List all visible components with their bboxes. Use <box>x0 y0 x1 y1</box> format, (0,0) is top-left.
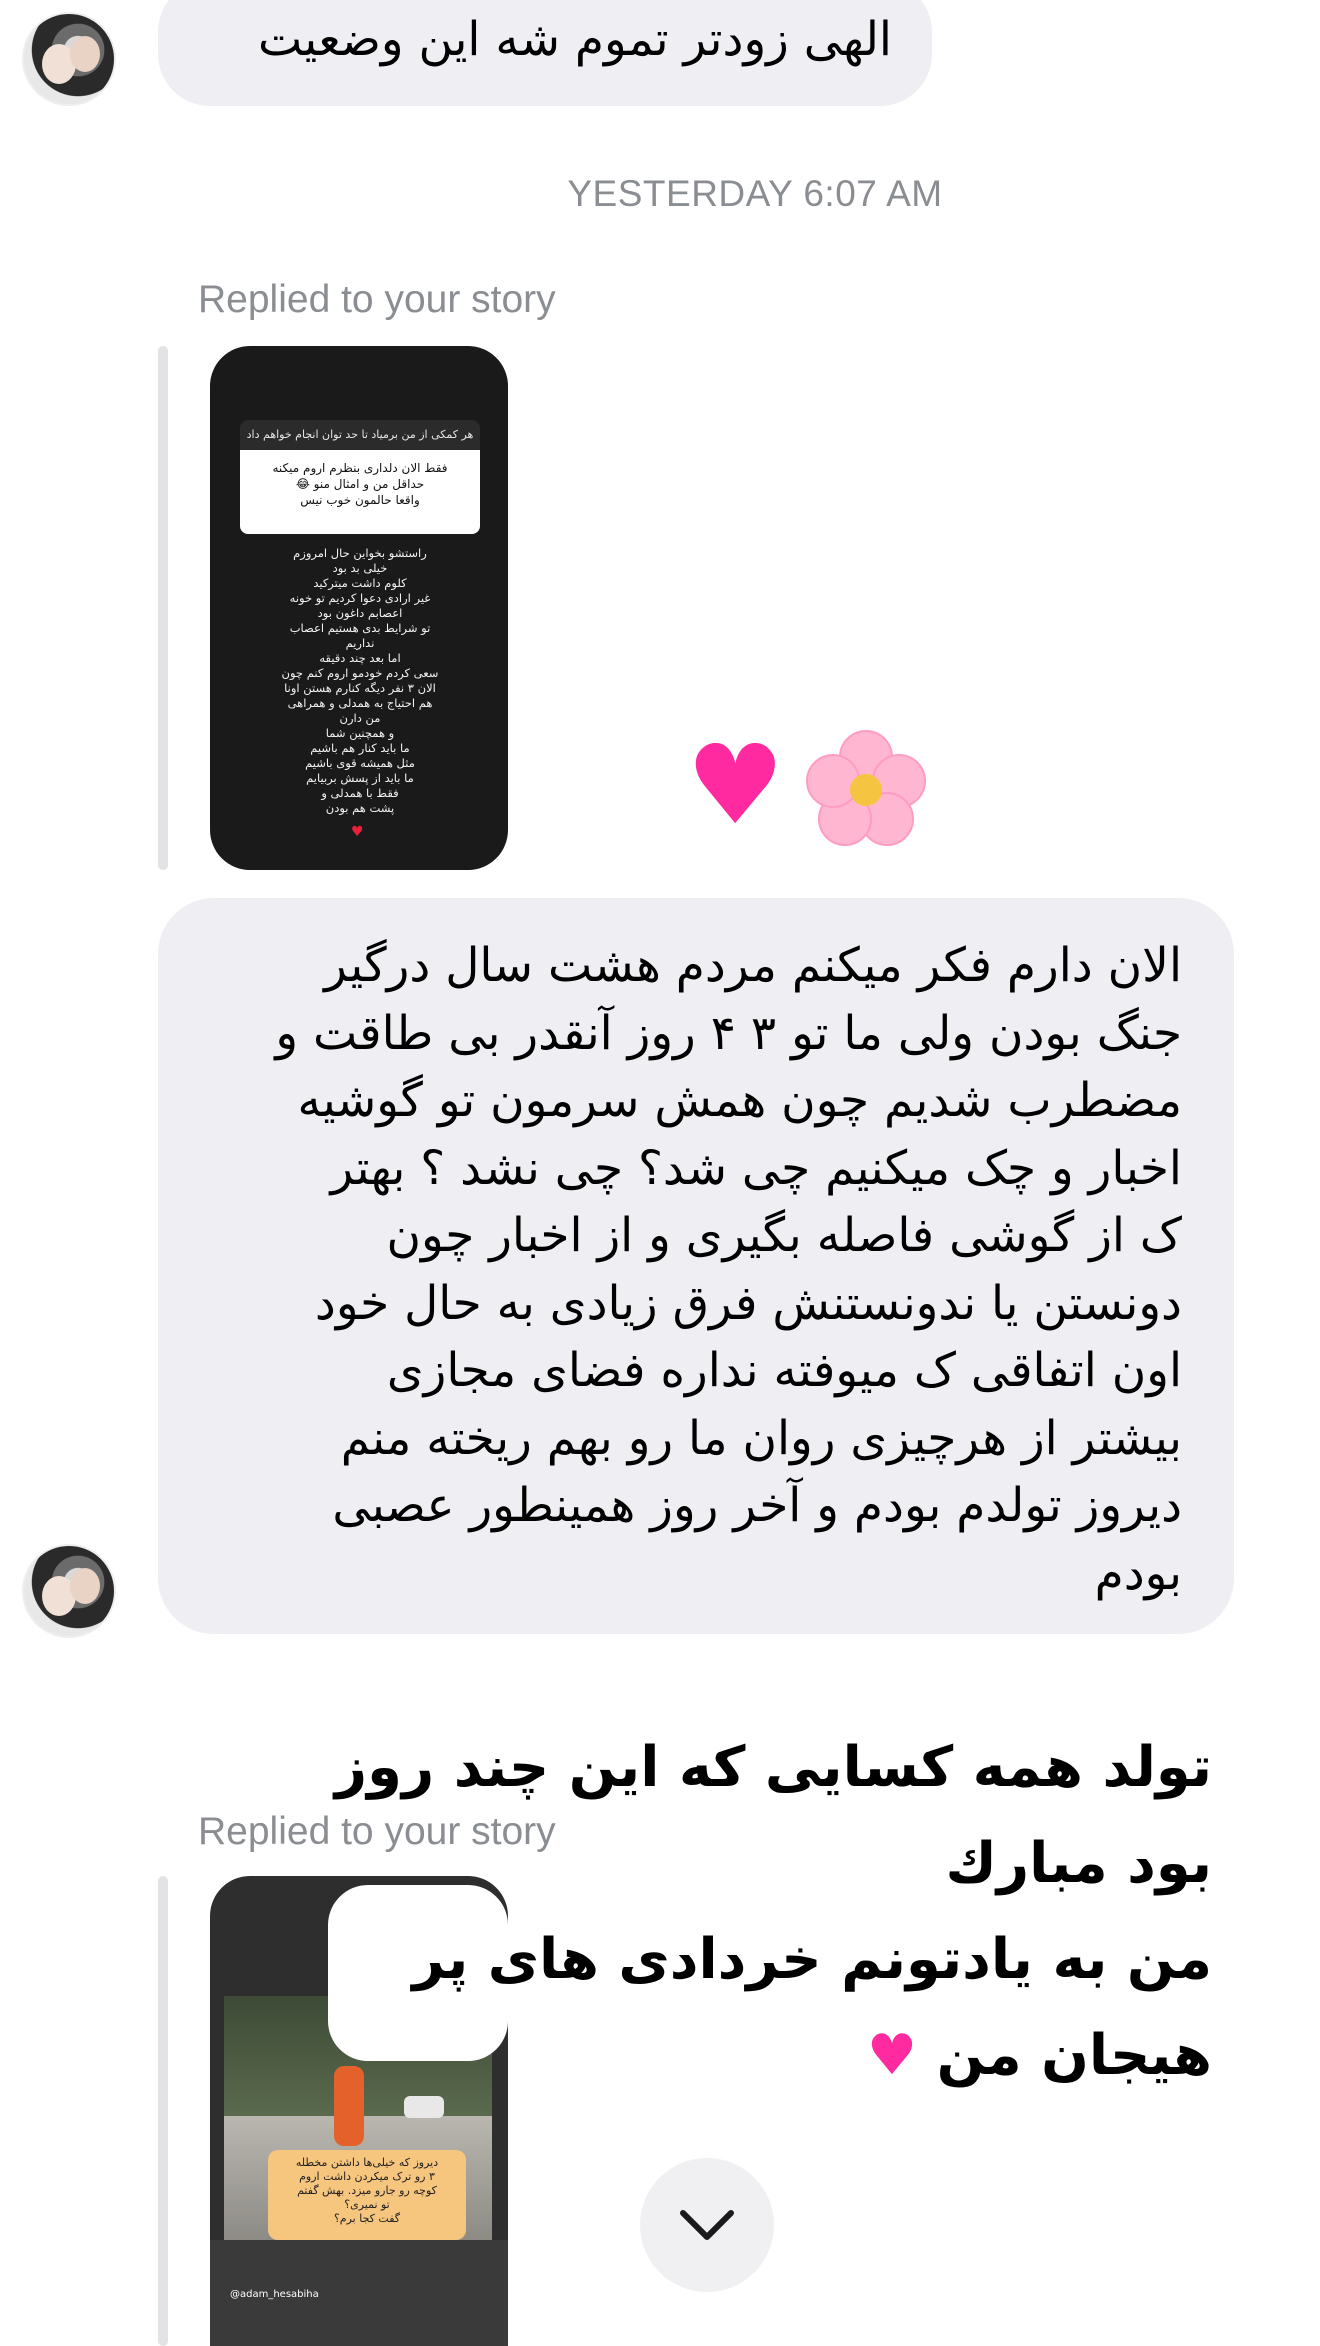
overlay-text-content: تولد همه کسایی که این چند روز بود مبارك … <box>334 1735 1212 2088</box>
reply-quote-bar <box>158 346 168 870</box>
message-timestamp: YESTERDAY 6:07 AM <box>567 173 943 214</box>
pink-heart-icon: ♥ <box>866 2023 918 2088</box>
scroll-to-bottom-button[interactable] <box>640 2158 774 2292</box>
sender-avatar[interactable] <box>22 1544 116 1638</box>
message-text: الان دارم فکر میکنم مردم هشت سال درگیر ج… <box>275 938 1182 1601</box>
story-handle: @adam_hesabiha <box>230 2289 319 2300</box>
chevron-down-icon <box>680 2210 734 2240</box>
cherry-blossom-reaction-icon <box>806 730 926 850</box>
story-question-answer: فقط الان دلداری بنظرم اروم میکنه حداقل م… <box>240 450 480 534</box>
sender-avatar[interactable] <box>22 12 116 106</box>
reply-quote-bar <box>158 1876 168 2346</box>
message-bubble[interactable]: الهی زودتر تموم شه این وضعیت <box>158 0 932 106</box>
story-reply-label: Replied to your story <box>198 278 556 321</box>
story-body-text: راستشو بخواین حال امروزم خیلی بد بود کلو… <box>281 546 439 815</box>
story-question-header: هر کمکی از من برمیاد تا حد توان انجام خو… <box>240 420 480 450</box>
story-sticker-text: دیروز که خیلی‌ها داشتن مخطله ۳ رو ترک می… <box>268 2150 466 2240</box>
story-overlay-text: تولد همه کسایی که این چند روز بود مبارك … <box>300 1720 1212 2104</box>
heart-icon: ♥ <box>351 824 364 840</box>
story-thumbnail[interactable]: هر کمکی از من برمیاد تا حد توان انجام خو… <box>210 346 508 870</box>
message-bubble[interactable]: الان دارم فکر میکنم مردم هشت سال درگیر ج… <box>158 898 1234 1634</box>
message-text: الهی زودتر تموم شه این وضعیت <box>258 12 892 67</box>
pink-heart-reaction-icon: ♥ <box>686 721 785 849</box>
